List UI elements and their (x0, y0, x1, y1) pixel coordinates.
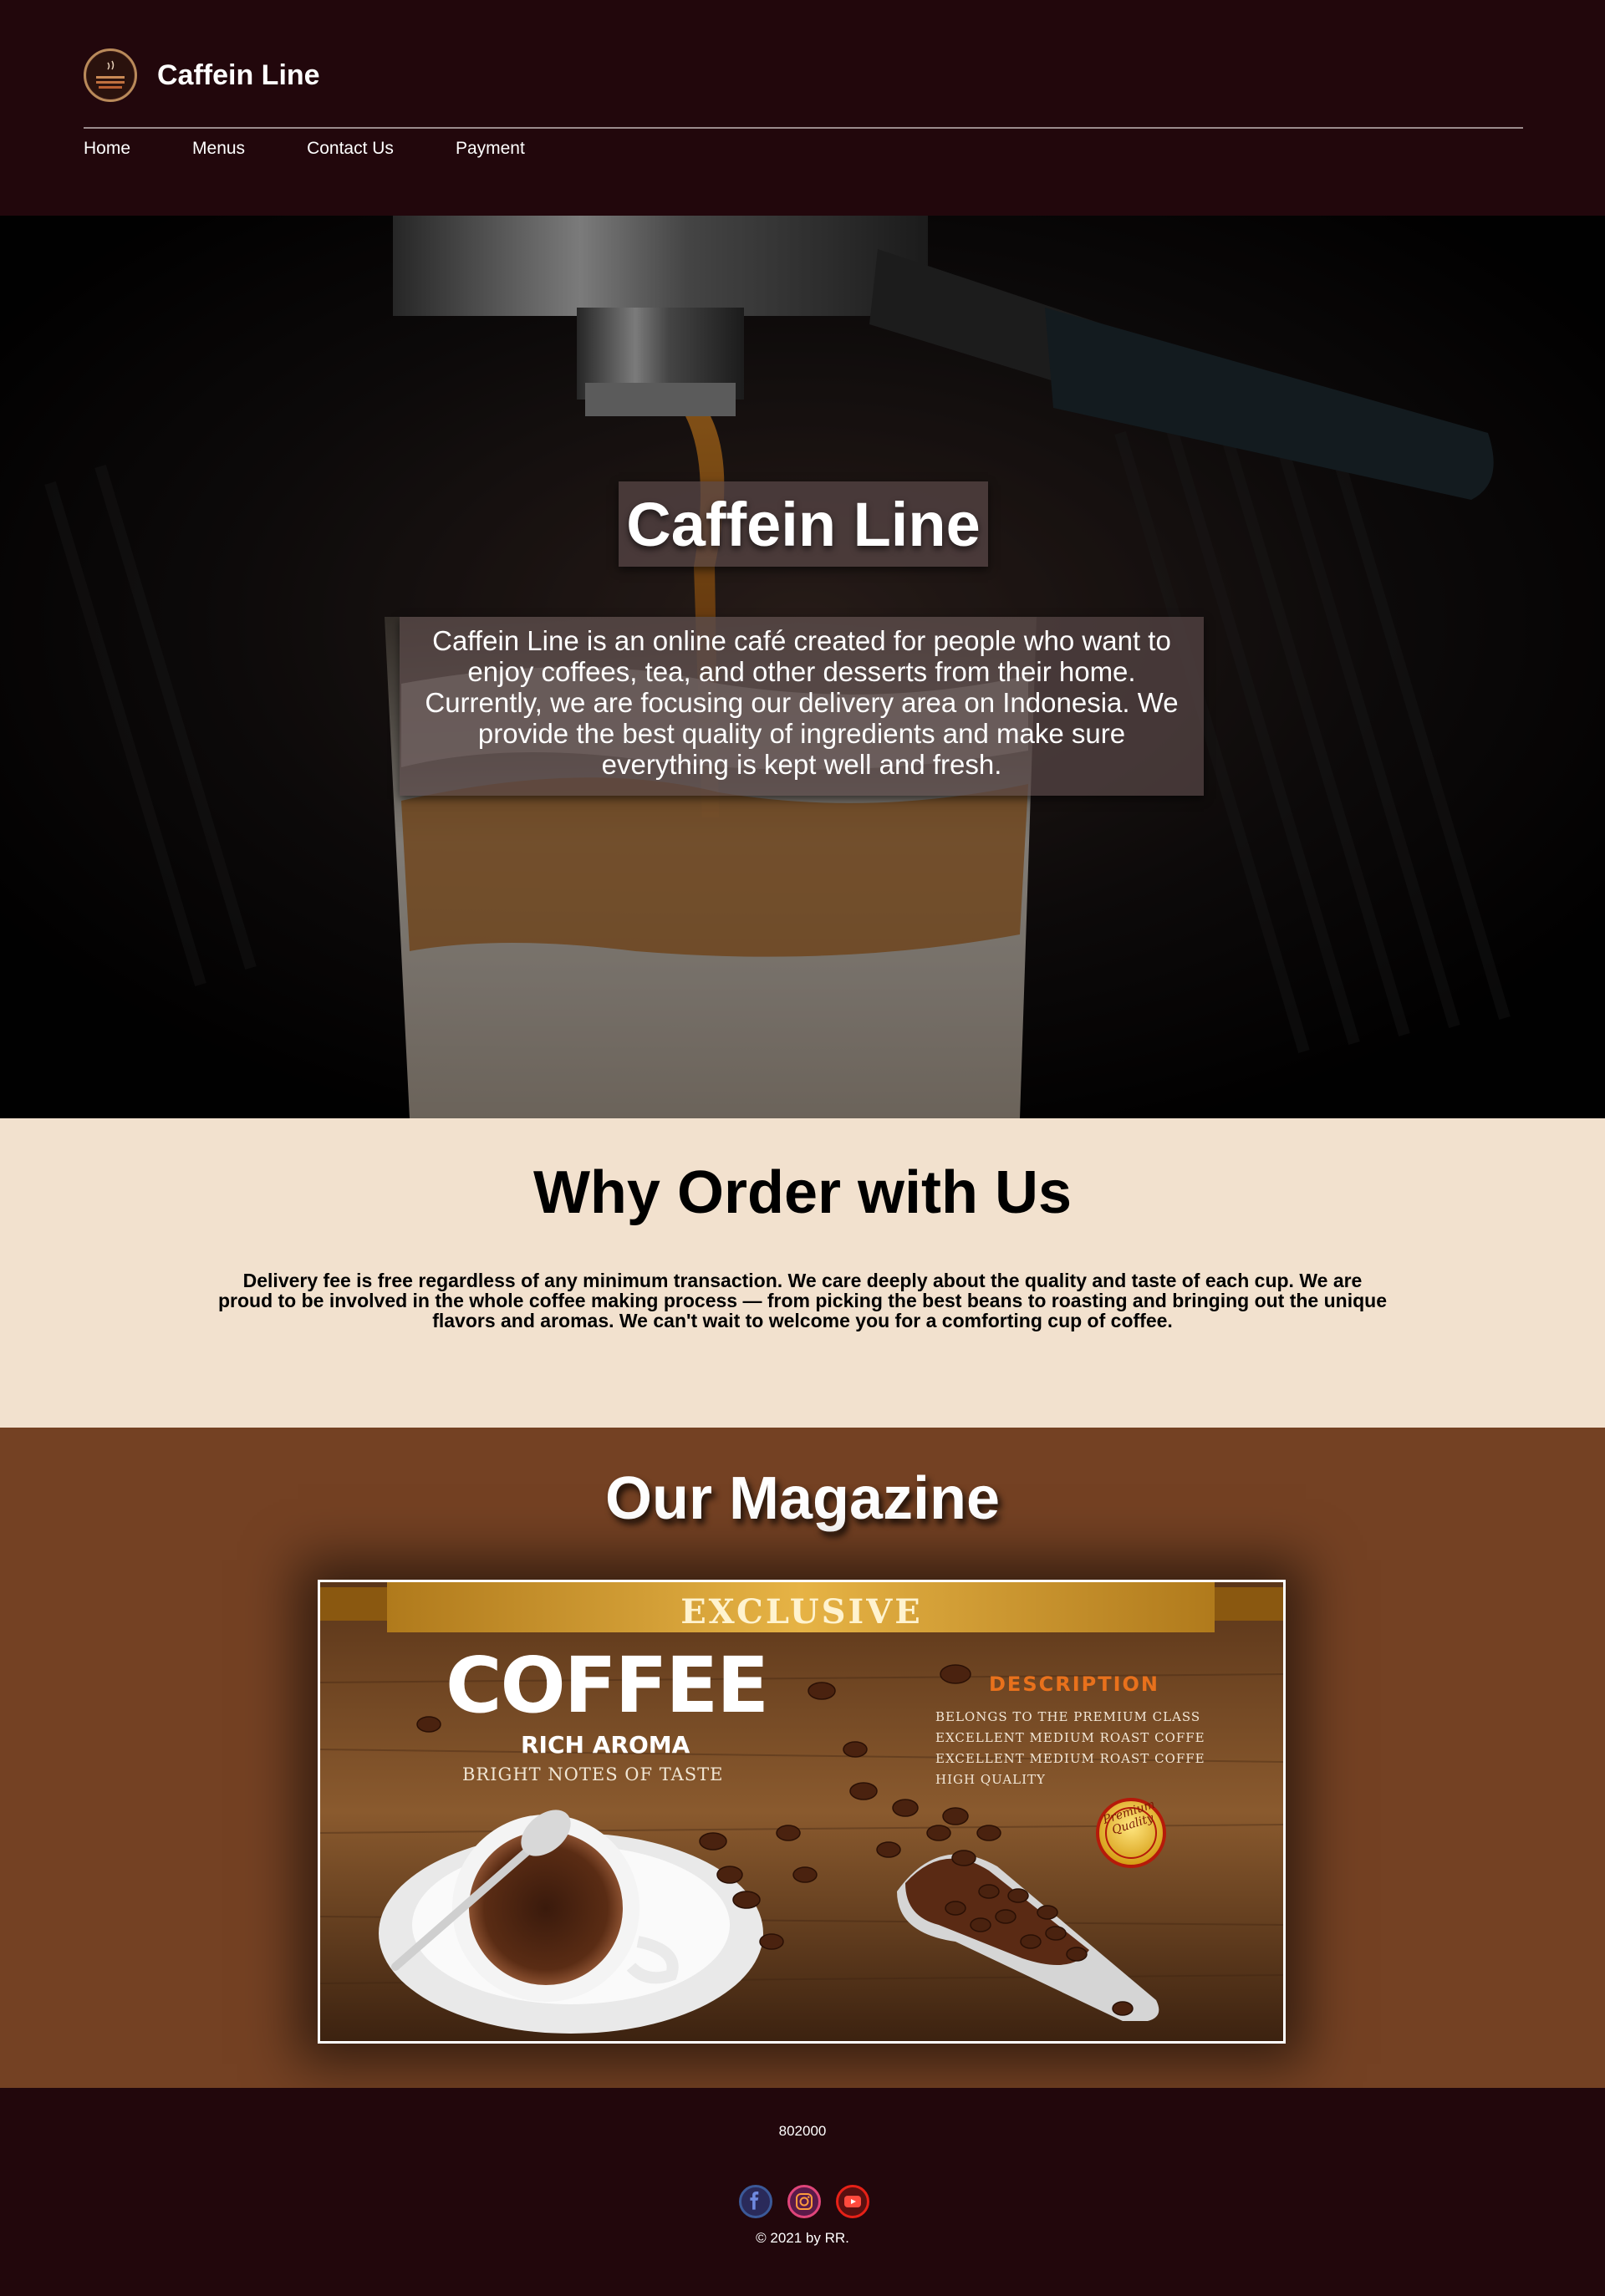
poster-description-line: EXCELLENT MEDIUM ROAST COFFE (935, 1730, 1205, 1745)
why-order-title: Why Order with Us (532, 1159, 1073, 1226)
poster-description-line: BELONGS TO THE PREMIUM CLASS (935, 1709, 1201, 1724)
footer-code: 802000 (778, 2123, 827, 2139)
hero-section: Caffein Line Caffein Line is an online c… (0, 216, 1605, 1118)
instagram-icon[interactable] (787, 2185, 821, 2218)
why-order-text: Delivery fee is free regardless of any m… (217, 1270, 1387, 1331)
brand[interactable]: Caffein Line (84, 48, 320, 102)
magazine-title: Our Magazine (604, 1465, 1001, 1532)
poster-banner-text: EXCLUSIVE (680, 1592, 923, 1632)
poster-subheadline: RICH AROMA (521, 1731, 690, 1759)
why-order-section: Why Order with Us Delivery fee is free r… (0, 1118, 1605, 1428)
magazine-poster[interactable]: EXCLUSIVE COFFEE RICH AROMA BRIGHT NOTES… (318, 1580, 1286, 2044)
facebook-icon[interactable] (739, 2185, 772, 2218)
coffee-cup-logo-icon (84, 48, 137, 102)
nav-contact-us-link[interactable]: Contact Us (307, 139, 394, 159)
magazine-section: Our Magazine EXCLUSIVE COFFEE RICH AROMA… (0, 1428, 1605, 2088)
hero-title: Caffein Line (626, 489, 981, 559)
poster-headline: COFFEE (446, 1641, 769, 1730)
brand-name: Caffein Line (157, 59, 320, 91)
poster-description-line: EXCELLENT MEDIUM ROAST COFFE (935, 1751, 1205, 1766)
social-links (739, 2185, 869, 2218)
poster-tagline: BRIGHT NOTES OF TASTE (462, 1764, 724, 1784)
hero-description-box: Caffein Line is an online café created f… (400, 617, 1204, 796)
copyright-text: © 2021 by RR. (756, 2230, 849, 2246)
site-header: Caffein Line Home Menus Contact Us Payme… (0, 0, 1605, 216)
header-divider (84, 127, 1523, 129)
site-footer: 802000 © 2021 by RR. (0, 2088, 1605, 2296)
nav-payment-link[interactable]: Payment (456, 139, 525, 159)
main-nav: Home Menus Contact Us Payment (84, 139, 525, 159)
poster-description-line: HIGH QUALITY (935, 1772, 1046, 1787)
nav-menus-link[interactable]: Menus (192, 139, 245, 159)
hero-description: Caffein Line is an online café created f… (425, 625, 1179, 780)
hero-title-box: Caffein Line (619, 481, 988, 567)
poster-description-title: DESCRIPTION (989, 1672, 1160, 1696)
nav-home-link[interactable]: Home (84, 139, 130, 159)
youtube-icon[interactable] (836, 2185, 869, 2218)
